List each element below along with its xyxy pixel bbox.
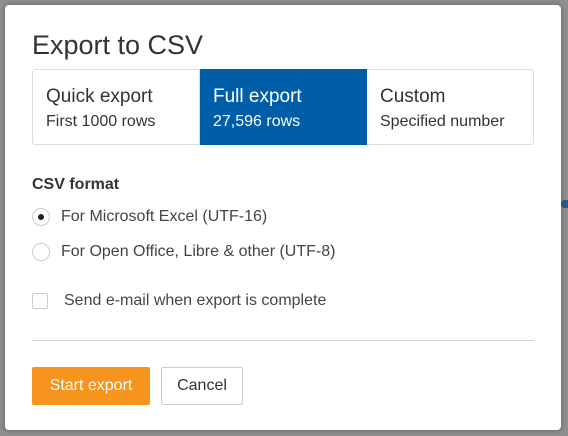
cancel-button[interactable]: Cancel — [161, 367, 243, 405]
csv-format-label: CSV format — [32, 176, 120, 193]
email-option-label: Send e-mail when export is complete — [64, 292, 327, 309]
export-csv-dialog: Export to CSV Quick export First 1000 ro… — [5, 5, 561, 430]
divider — [32, 340, 534, 341]
format-option-label: For Microsoft Excel (UTF-16) — [61, 208, 268, 225]
tab-custom-export[interactable]: Custom Specified number — [367, 69, 534, 145]
format-option-excel[interactable]: For Microsoft Excel (UTF-16) — [32, 208, 267, 226]
format-option-label: For Open Office, Libre & other (UTF-8) — [61, 243, 336, 260]
start-export-button[interactable]: Start export — [32, 367, 150, 405]
backdrop-partial-element — [561, 200, 568, 208]
tab-subtitle: Specified number — [380, 113, 505, 130]
tab-quick-export[interactable]: Quick export First 1000 rows — [32, 69, 200, 145]
email-checkbox[interactable] — [32, 293, 48, 309]
excel-radio[interactable] — [32, 208, 50, 226]
tab-subtitle: First 1000 rows — [46, 113, 156, 130]
tab-title: Quick export — [46, 86, 153, 107]
dialog-title: Export to CSV — [32, 30, 204, 60]
tab-full-export[interactable]: Full export 27,596 rows — [200, 69, 367, 145]
tab-subtitle: 27,596 rows — [213, 113, 301, 130]
tab-title: Custom — [380, 86, 446, 107]
export-type-tabs: Quick export First 1000 rows Full export… — [32, 69, 534, 145]
tab-title: Full export — [213, 86, 302, 107]
openoffice-radio[interactable] — [32, 243, 50, 261]
format-option-openoffice[interactable]: For Open Office, Libre & other (UTF-8) — [32, 243, 335, 261]
email-option[interactable]: Send e-mail when export is complete — [32, 292, 326, 310]
